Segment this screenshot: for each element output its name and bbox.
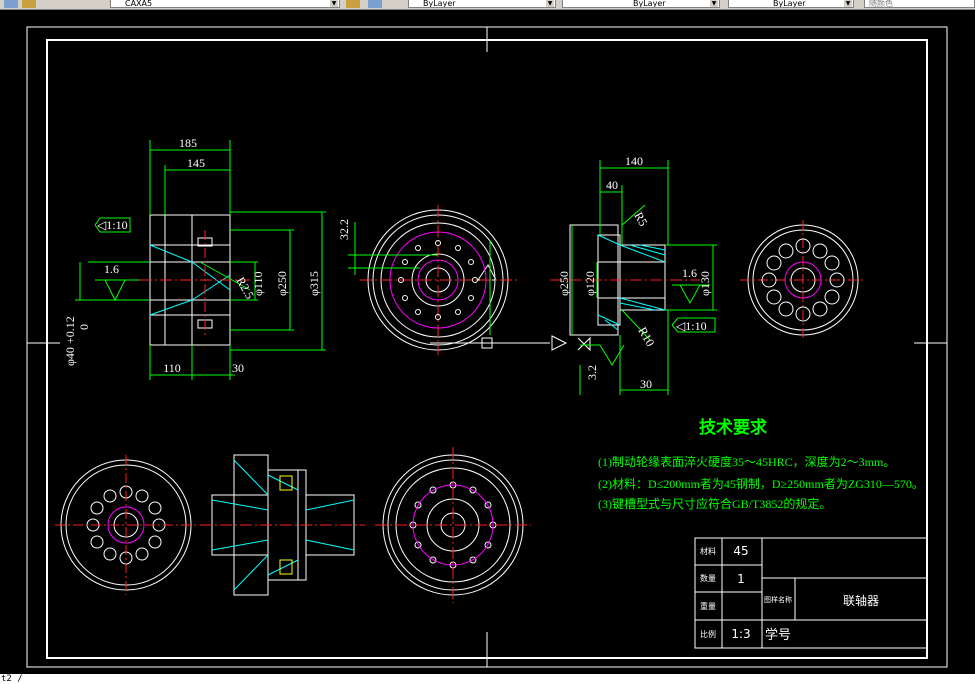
- dim-d250-2: φ250: [557, 271, 571, 296]
- tech-title: 技术要求: [699, 417, 767, 438]
- dim-d120: φ120: [583, 271, 597, 296]
- taper-label-2: ◁1:10: [676, 319, 707, 333]
- plot-style-select[interactable]: 随颜色: [864, 0, 975, 8]
- drawing-canvas[interactable]: 185 145 ◁1:10 1.6 R2.5 φ110 φ250 φ315 φ4…: [0, 10, 975, 674]
- linetype-select[interactable]: ByLayer ▼: [562, 0, 720, 8]
- layer-select[interactable]: CAXA5 ▼: [110, 0, 340, 8]
- chevron-down-icon[interactable]: ▼: [710, 0, 718, 7]
- layer-state-icon[interactable]: [22, 0, 36, 8]
- chevron-down-icon[interactable]: ▼: [844, 0, 852, 7]
- roughness-label-3: 3.2: [585, 365, 599, 380]
- taper-label: ◁1:10: [97, 218, 128, 232]
- dim-30: 30: [232, 361, 244, 375]
- material-label: 材料: [700, 546, 716, 556]
- qty-value: 1: [737, 572, 745, 586]
- linetype-value: ByLayer: [633, 0, 666, 8]
- dim-140: 140: [625, 154, 643, 168]
- dim-d130: φ130: [698, 271, 712, 296]
- dim-322: 32.2: [337, 219, 351, 240]
- plot-style-value: 随颜色: [869, 0, 893, 8]
- tech-line-1: (1)制动轮缘表面淬火硬度35～45HRC，深度为2～3mm。: [598, 454, 895, 469]
- tech-line-3: (3)键槽型式与尺寸应符合GB/T3852的规定。: [598, 496, 831, 511]
- color-value: ByLayer: [423, 0, 456, 8]
- command-line[interactable]: t2 /: [0, 674, 975, 684]
- toolbar: CAXA5 ▼ ByLayer ▼ ByLayer ▼ ByLayer ▼ 随颜…: [0, 0, 975, 10]
- student-id-label: 学号: [765, 627, 791, 643]
- make-current-icon[interactable]: [346, 0, 360, 8]
- layer-previous-icon[interactable]: [368, 0, 382, 8]
- dim-40: 40: [606, 178, 618, 192]
- weight-label: 重量: [700, 601, 716, 611]
- dim-110: 110: [163, 361, 181, 375]
- chevron-down-icon[interactable]: ▼: [330, 0, 338, 7]
- chevron-down-icon[interactable]: ▼: [546, 0, 554, 7]
- dim-145: 145: [187, 156, 205, 170]
- dim-tolerance-lower: 0: [77, 324, 91, 330]
- dim-tolerance: φ40 +0.12: [63, 316, 77, 366]
- layer-manager-icon[interactable]: [4, 0, 18, 8]
- color-select[interactable]: ByLayer ▼: [408, 0, 556, 8]
- roughness-label-2: 1.6: [682, 266, 697, 280]
- material-value: 45: [733, 544, 748, 558]
- qty-label: 数量: [700, 573, 716, 583]
- command-text: t2 /: [1, 674, 23, 684]
- lineweight-value: ByLayer: [773, 0, 806, 8]
- scale-value: 1:3: [731, 627, 750, 641]
- dim-d250: φ250: [275, 271, 289, 296]
- roughness-label: 1.6: [104, 262, 119, 276]
- tech-line-2: (2)材料：D≤200mm者为45钢制，D≥250mm者为ZG310—570。: [598, 477, 924, 491]
- lineweight-select[interactable]: ByLayer ▼: [728, 0, 854, 8]
- dim-185: 185: [179, 136, 197, 150]
- dim-30-2: 30: [640, 377, 652, 391]
- drawing-name-label: 图样名称: [764, 595, 792, 604]
- layer-name: CAXA5: [125, 0, 153, 8]
- scale-label: 比例: [700, 629, 716, 639]
- dim-d315: φ315: [307, 271, 321, 296]
- dim-d110: φ110: [251, 272, 265, 296]
- drawing-name-value: 联轴器: [843, 593, 879, 608]
